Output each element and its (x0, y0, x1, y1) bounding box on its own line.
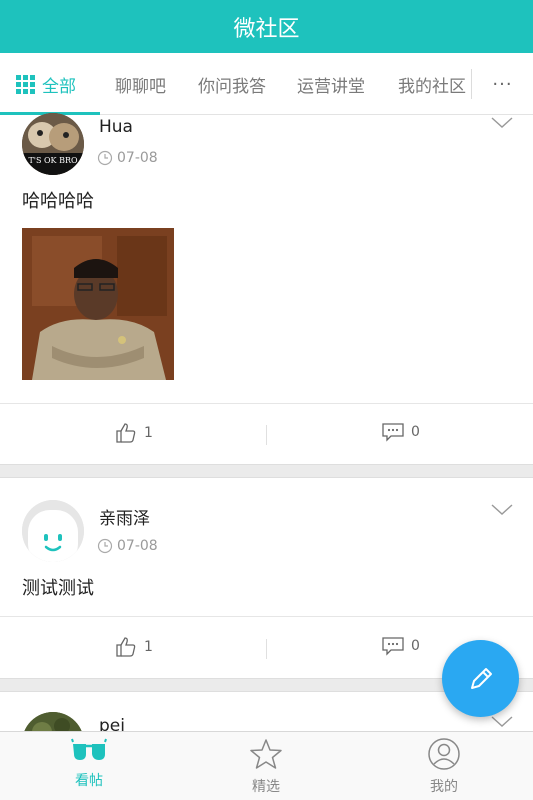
chevron-down-icon[interactable] (491, 504, 513, 516)
actions-divider (0, 403, 533, 404)
post-author[interactable]: Hua (99, 117, 133, 137)
nav-profile[interactable]: 我的 (384, 732, 504, 800)
tab-label: 全部 (42, 76, 76, 97)
avatar[interactable]: T'S OK BRO (22, 113, 84, 175)
tab-label: 我的社区 (398, 76, 466, 97)
post-card: 亲雨泽 07-08 测试测试 1 0 (0, 478, 533, 678)
tab-all[interactable]: 全部 (16, 53, 76, 115)
star-icon (250, 739, 282, 769)
comment-icon (382, 423, 404, 442)
post-date: 07-08 (117, 538, 158, 554)
post-date: 07-08 (117, 150, 158, 166)
post-timestamp: 07-08 (97, 150, 158, 166)
like-count: 1 (144, 425, 153, 441)
comment-count: 0 (411, 424, 420, 440)
avatar[interactable] (22, 712, 84, 731)
thumbs-up-icon (116, 637, 136, 657)
like-count: 1 (144, 639, 153, 655)
clock-icon (97, 150, 113, 166)
compose-post-button[interactable] (442, 640, 519, 717)
nav-label: 精选 (252, 779, 280, 795)
chevron-down-icon[interactable] (491, 716, 513, 728)
bottom-nav: 看帖 精选 我的 (0, 731, 533, 800)
action-separator (266, 425, 267, 445)
post-card: T'S OK BRO Hua 07-08 哈哈哈哈 1 0 (0, 113, 533, 464)
tab-chat[interactable]: 聊聊吧 (115, 53, 166, 115)
grid-icon (16, 74, 35, 94)
profile-icon (428, 738, 460, 770)
comment-button[interactable]: 0 (382, 422, 420, 442)
clock-icon (97, 538, 113, 554)
tab-my-community[interactable]: 我的社区 (398, 53, 466, 115)
avatar[interactable] (22, 500, 84, 562)
post-image[interactable] (22, 228, 174, 380)
tab-label: 你问我答 (198, 76, 266, 97)
nav-label: 我的 (430, 779, 458, 795)
glasses-icon (71, 738, 107, 760)
category-tabs: 全部 聊聊吧 你问我答 运营讲堂 我的社区 ··· (0, 53, 533, 115)
post-text: 测试测试 (22, 578, 94, 599)
nav-label: 看帖 (75, 773, 103, 789)
chevron-down-icon[interactable] (491, 117, 513, 129)
thumbs-up-icon (116, 423, 136, 443)
tab-operations[interactable]: 运营讲堂 (297, 53, 365, 115)
post-separator (0, 464, 533, 478)
tab-qa[interactable]: 你问我答 (198, 53, 266, 115)
more-icon: ··· (492, 73, 513, 95)
action-separator (266, 639, 267, 659)
comment-count: 0 (411, 638, 420, 654)
tab-label: 聊聊吧 (115, 76, 166, 97)
comment-button[interactable]: 0 (382, 636, 420, 656)
like-button[interactable]: 1 (115, 422, 153, 444)
nav-featured[interactable]: 精选 (206, 732, 326, 800)
more-tabs-button[interactable]: ··· (472, 53, 533, 115)
post-author[interactable]: pei (99, 716, 125, 731)
post-author[interactable]: 亲雨泽 (99, 504, 150, 529)
app-header: 微社区 (0, 0, 533, 53)
page-title: 微社区 (233, 16, 300, 42)
post-text: 哈哈哈哈 (22, 191, 94, 212)
comment-icon (382, 637, 404, 656)
pencil-icon (470, 667, 492, 689)
tab-label: 运营讲堂 (297, 76, 365, 97)
post-timestamp: 07-08 (97, 538, 158, 554)
nav-browse[interactable]: 看帖 (29, 732, 149, 800)
actions-divider (0, 616, 533, 617)
avatar-caption: T'S OK BRO (28, 156, 78, 165)
like-button[interactable]: 1 (115, 636, 153, 658)
